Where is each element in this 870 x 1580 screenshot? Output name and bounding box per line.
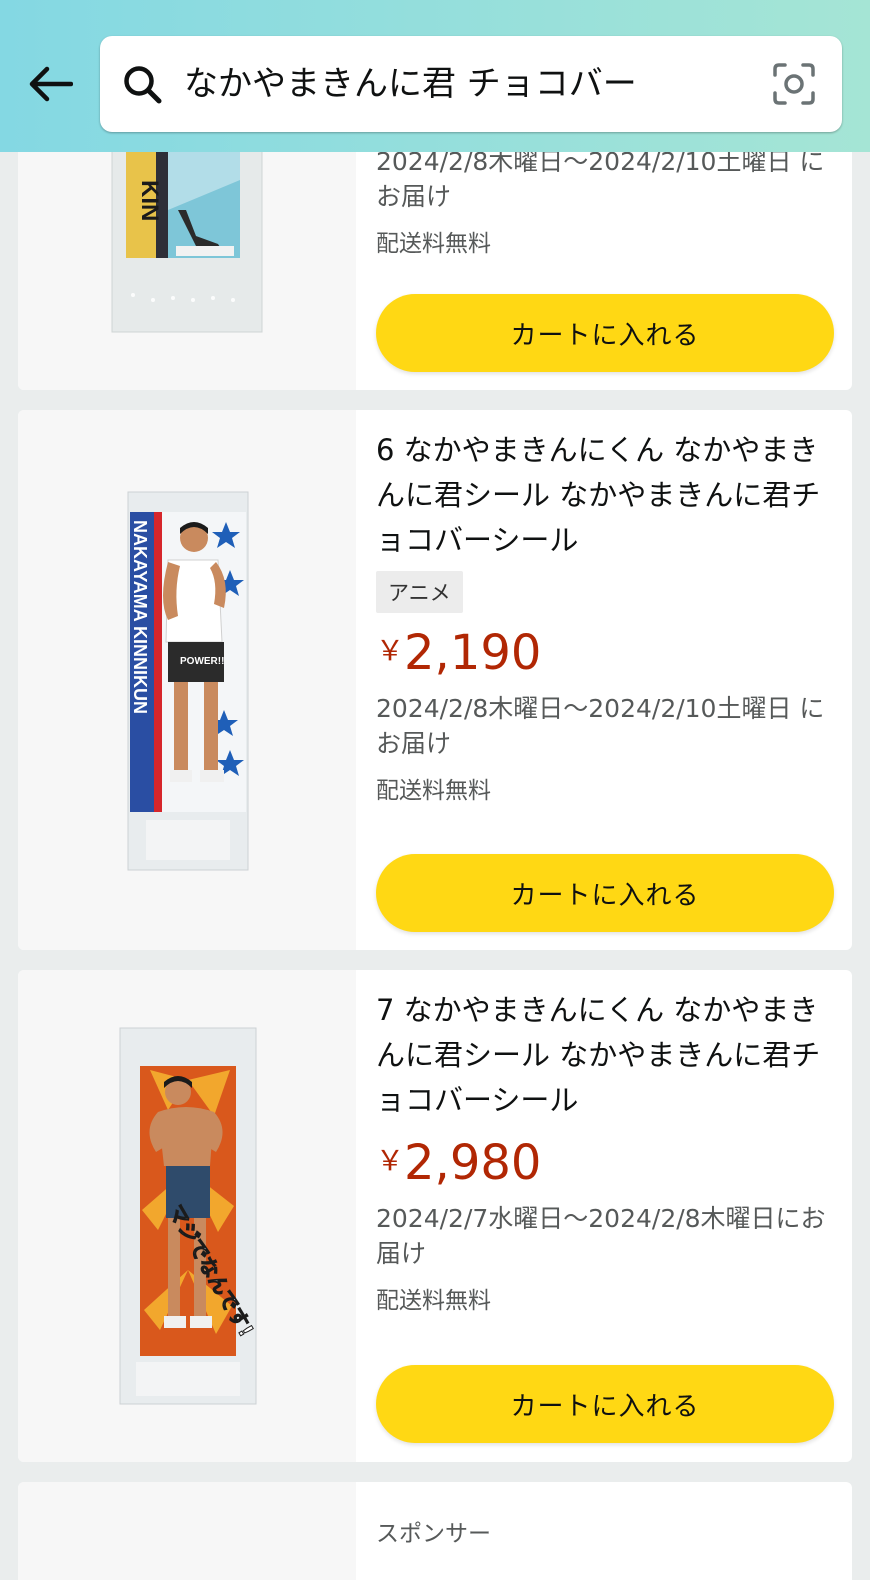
product-image[interactable]: NAKAYAMA KINNIKUN POWER!! <box>18 410 356 950</box>
delivery-date: 2024/2/7水曜日～2024/2/8木曜日にお届け <box>376 1204 826 1268</box>
power-text: POWER!! <box>180 656 224 667</box>
delivery-date: 2024/2/8木曜日～2024/2/10土曜日 にお届け <box>376 694 825 758</box>
product-image-panel[interactable] <box>18 1482 356 1580</box>
price: ￥2,980 <box>376 1133 836 1193</box>
product-info: 7 なかやまきんにくん なかやまきんに君シール なかやまきんに君チョコバーシール… <box>376 970 836 1443</box>
search-input[interactable]: なかやまきんに君 チョコバー <box>184 36 637 132</box>
product-image[interactable]: マジでなんです! <box>18 970 356 1462</box>
sponsored-card[interactable]: スポンサー <box>18 1482 852 1580</box>
product-card[interactable]: NAKAYAMA KINNIKUN POWER!! 6 なかやまきんにくん なか… <box>18 410 852 950</box>
results-list: KIN 2024/2/8木曜日～2024/2/10土曜日 にお届け 配送料無料 … <box>0 0 870 1580</box>
shipping-info: 配送料無料 <box>376 1288 491 1314</box>
add-to-cart-button[interactable]: カートに入れる <box>376 1365 834 1443</box>
product-title[interactable]: 7 なかやまきんにくん なかやまきんに君シール なかやまきんに君チョコバーシール <box>376 988 836 1123</box>
product-image-panel[interactable]: NAKAYAMA KINNIKUN POWER!! <box>18 410 356 950</box>
wrapper-text: NAKAYAMA KINNIKUN <box>130 520 150 714</box>
camera-scan-icon[interactable] <box>772 62 816 106</box>
price-value: 2,190 <box>404 625 542 681</box>
currency-symbol: ￥ <box>376 634 405 667</box>
back-button[interactable] <box>22 56 78 112</box>
product-image-panel[interactable]: マジでなんです! <box>18 970 356 1462</box>
product-info: スポンサー <box>376 1482 836 1548</box>
currency-symbol: ￥ <box>376 1144 405 1177</box>
sponsored-label: スポンサー <box>376 1521 491 1547</box>
product-info: 6 なかやまきんにくん なかやまきんに君シール なかやまきんに君チョコバーシール… <box>376 410 836 932</box>
price: ￥2,190 <box>376 623 836 683</box>
search-header: なかやまきんに君 チョコバー <box>0 0 870 152</box>
delivery-date: 2024/2/8木曜日～2024/2/10土曜日 にお届け <box>376 147 825 211</box>
price-value: 2,980 <box>404 1135 542 1191</box>
add-to-cart-button[interactable]: カートに入れる <box>376 854 834 932</box>
category-badge: アニメ <box>376 571 463 613</box>
wrapper-text: KIN <box>136 180 163 221</box>
product-card[interactable]: マジでなんです! 7 なかやまきんにくん なかやまきんに君シール なかやまきんに… <box>18 970 852 1462</box>
search-bar[interactable]: なかやまきんに君 チョコバー <box>100 36 842 132</box>
search-icon[interactable] <box>122 64 164 106</box>
shipping-info: 配送料無料 <box>376 231 491 257</box>
back-arrow-icon <box>29 66 73 102</box>
product-title[interactable]: 6 なかやまきんにくん なかやまきんに君シール なかやまきんに君チョコバーシール <box>376 428 836 563</box>
add-to-cart-button[interactable]: カートに入れる <box>376 294 834 372</box>
shipping-info: 配送料無料 <box>376 778 491 804</box>
